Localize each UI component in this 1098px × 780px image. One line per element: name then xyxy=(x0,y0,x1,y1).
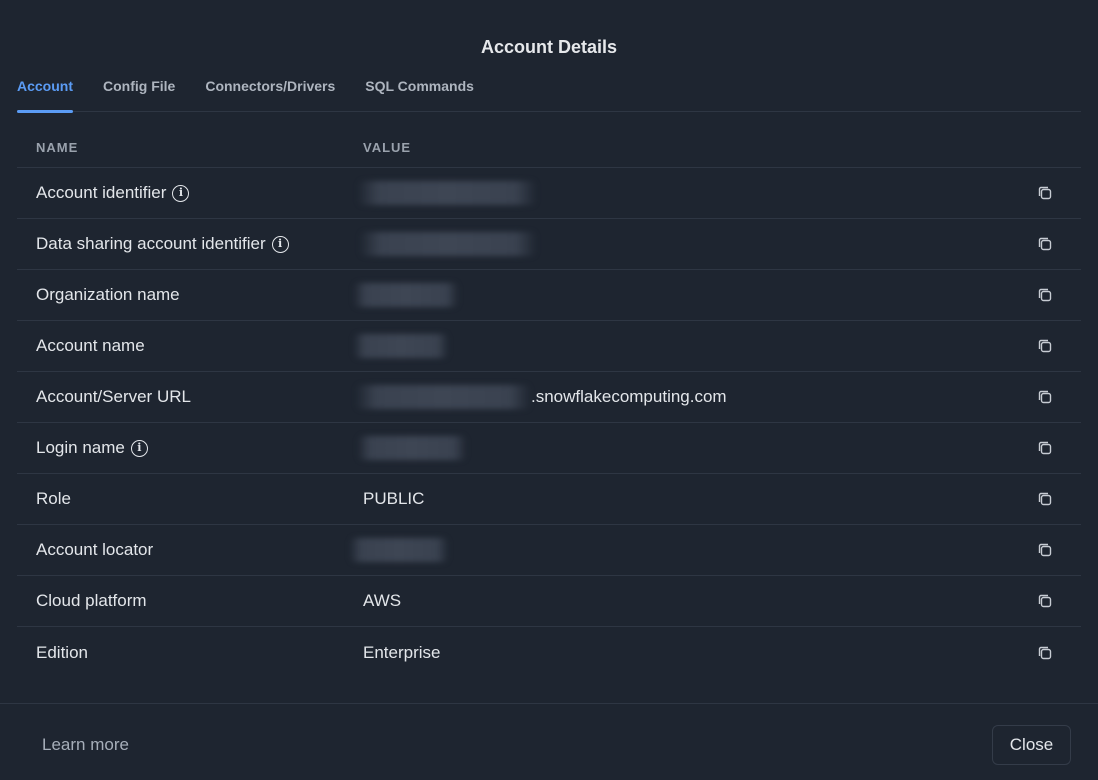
info-icon[interactable]: i xyxy=(271,235,289,253)
row-value: .snowflakecomputing.com xyxy=(531,387,727,406)
redacted-value xyxy=(355,385,531,409)
table-row: Account locator xyxy=(17,525,1081,576)
row-value: PUBLIC xyxy=(363,489,425,508)
row-value-cell xyxy=(357,181,1003,205)
copy-icon[interactable] xyxy=(1037,645,1053,661)
copy-button[interactable] xyxy=(1003,338,1081,354)
copy-button[interactable] xyxy=(1003,287,1081,303)
header-name: NAME xyxy=(36,140,79,155)
copy-button[interactable] xyxy=(1003,440,1081,456)
copy-button[interactable] xyxy=(1003,389,1081,405)
account-details-table: NAME VALUE Account identifier i Data sha… xyxy=(17,128,1081,678)
copy-button[interactable] xyxy=(1003,645,1081,661)
dialog-footer: Learn more Close xyxy=(0,703,1098,780)
table-row: Data sharing account identifier i xyxy=(17,219,1081,270)
tab-config-file[interactable]: Config File xyxy=(103,76,175,112)
table-row: Account name xyxy=(17,321,1081,372)
tab-account[interactable]: Account xyxy=(17,76,73,113)
tab-bar: Account Config File Connectors/Drivers S… xyxy=(17,76,1081,113)
table-row: Account identifier i xyxy=(17,168,1081,219)
row-value: AWS xyxy=(363,591,402,610)
row-label: Account/Server URL xyxy=(36,387,191,406)
table-row: Organization name xyxy=(17,270,1081,321)
table-row: Login name i xyxy=(17,423,1081,474)
row-value-cell: .snowflakecomputing.com xyxy=(355,385,1003,409)
tab-connectors-drivers[interactable]: Connectors/Drivers xyxy=(205,76,335,112)
row-name-cell: Organization name xyxy=(17,285,363,305)
row-value-cell xyxy=(357,436,1003,460)
copy-button[interactable] xyxy=(1003,185,1081,201)
row-label: Role xyxy=(36,489,71,508)
row-label: Cloud platform xyxy=(36,591,147,610)
table-row: Account/Server URL .snowflakecomputing.c… xyxy=(17,372,1081,423)
copy-icon[interactable] xyxy=(1037,389,1053,405)
row-label: Edition xyxy=(36,642,88,662)
redacted-value xyxy=(353,334,449,358)
row-name-cell: Cloud platform xyxy=(17,591,363,611)
table-header: NAME VALUE xyxy=(17,128,1081,168)
copy-icon[interactable] xyxy=(1037,287,1053,303)
account-details-dialog: Account Details Account Config File Conn… xyxy=(0,0,1098,780)
row-label: Account name xyxy=(36,336,145,355)
row-name-cell: Account locator xyxy=(17,540,363,560)
row-name-cell: Role xyxy=(17,489,363,509)
row-value-cell: PUBLIC xyxy=(363,489,1003,509)
copy-icon[interactable] xyxy=(1037,491,1053,507)
copy-icon[interactable] xyxy=(1037,338,1053,354)
row-name-cell: Edition xyxy=(17,643,363,663)
info-icon[interactable]: i xyxy=(130,439,148,457)
row-label: Login name xyxy=(36,438,125,457)
row-value-cell: AWS xyxy=(363,591,1003,611)
copy-button[interactable] xyxy=(1003,236,1081,252)
redacted-value xyxy=(357,181,537,205)
tab-sql-commands[interactable]: SQL Commands xyxy=(365,76,474,112)
row-label: Data sharing account identifier xyxy=(36,234,266,253)
redacted-value xyxy=(353,283,459,307)
row-name-cell: Data sharing account identifier i xyxy=(17,234,363,254)
row-value-cell xyxy=(359,232,1003,256)
copy-icon[interactable] xyxy=(1037,185,1053,201)
redacted-value xyxy=(357,436,467,460)
row-value-cell xyxy=(353,283,1003,307)
close-button[interactable]: Close xyxy=(992,725,1071,765)
copy-button[interactable] xyxy=(1003,593,1081,609)
row-label: Organization name xyxy=(36,285,180,304)
row-name-cell: Account name xyxy=(17,336,363,356)
row-name-cell: Account identifier i xyxy=(17,183,363,203)
row-value: Enterprise xyxy=(363,642,441,662)
copy-icon[interactable] xyxy=(1037,593,1053,609)
table-row: Role PUBLIC xyxy=(17,474,1081,525)
header-value: VALUE xyxy=(363,140,412,155)
row-name-cell: Login name i xyxy=(17,438,363,458)
row-value-cell xyxy=(353,334,1003,358)
learn-more-link[interactable]: Learn more xyxy=(42,735,129,755)
copy-button[interactable] xyxy=(1003,542,1081,558)
redacted-value xyxy=(349,538,449,562)
info-icon[interactable]: i xyxy=(172,184,190,202)
redacted-value xyxy=(359,232,537,256)
copy-icon[interactable] xyxy=(1037,236,1053,252)
copy-icon[interactable] xyxy=(1037,440,1053,456)
row-value-cell: Enterprise xyxy=(363,643,1003,663)
row-label: Account identifier xyxy=(36,183,167,202)
row-name-cell: Account/Server URL xyxy=(17,387,363,407)
dialog-title: Account Details xyxy=(480,37,618,57)
table-row: Edition Enterprise xyxy=(17,627,1081,678)
copy-icon[interactable] xyxy=(1037,542,1053,558)
table-row: Cloud platform AWS xyxy=(17,576,1081,627)
row-label: Account locator xyxy=(36,540,154,559)
copy-button[interactable] xyxy=(1003,491,1081,507)
row-value-cell xyxy=(349,538,1003,562)
